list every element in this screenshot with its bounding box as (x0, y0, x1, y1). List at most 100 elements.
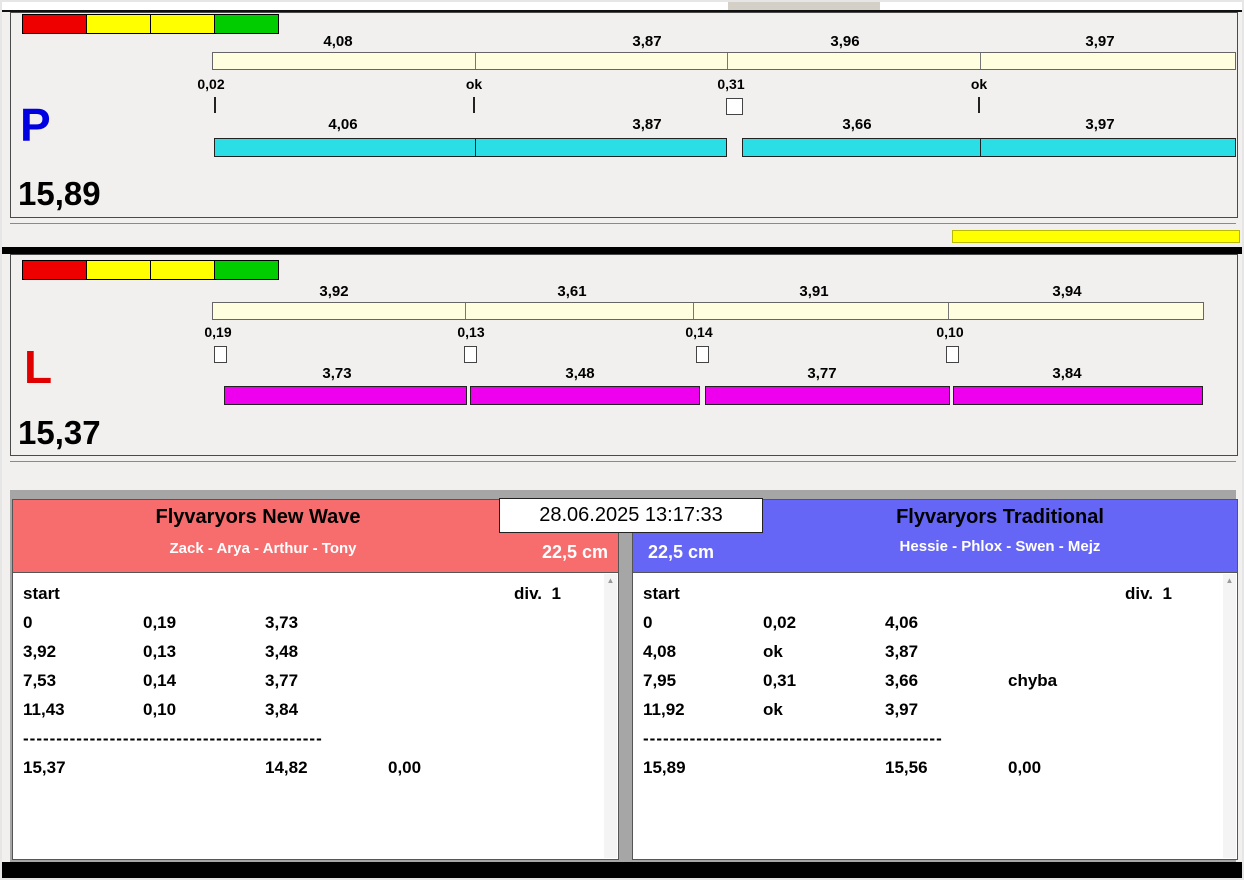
log-row: 0 0,02 4,06 (643, 608, 1219, 637)
lane-l-ref-value: 3,91 (799, 283, 829, 300)
team-members: Zack - Arya - Arthur - Tony (169, 540, 357, 557)
team-name: Flyvaryors Traditional (896, 506, 1104, 528)
total-time: 15,37 (23, 758, 66, 777)
lane-p-status-legend (22, 14, 279, 34)
team-name: Flyvaryors New Wave (155, 506, 361, 528)
app-window: 4,08 3,87 3,96 3,97 0,02 ok 0,31 ok 4,06… (0, 0, 1244, 880)
diff-value: 0,31 (763, 671, 797, 690)
start-label: start (643, 584, 680, 603)
lane-p-run-bar (475, 138, 727, 157)
diff-value: 0,10 (143, 700, 177, 719)
log-separator: ----------------------------------------… (643, 729, 943, 748)
section-divider (2, 247, 1242, 254)
diff-value: ok (763, 642, 783, 661)
note (1008, 608, 1219, 637)
split-time: 4,08 (643, 642, 677, 661)
checkbox[interactable] (696, 346, 709, 363)
penalty-value: 0,00 (388, 758, 422, 777)
log-row: 7,53 0,14 3,77 (23, 666, 600, 695)
diff-value: 0,02 (763, 613, 797, 632)
cut-value: 3,84 (265, 700, 299, 719)
lane-p-run-bar (980, 138, 1236, 157)
start-label: start (23, 584, 60, 603)
diff-value: 0,14 (143, 671, 177, 690)
log-row: 11,43 0,10 3,84 (23, 695, 600, 724)
log-row: 4,08 ok 3,87 (643, 637, 1219, 666)
top-cropped-bar (2, 2, 1242, 12)
legend-yellow-swatch (87, 261, 151, 279)
cut-value: 3,87 (885, 642, 919, 661)
cut-value: 3,97 (885, 700, 919, 719)
total-time: 15,89 (643, 758, 686, 777)
lane-p-diff-label: 0,02 (197, 76, 225, 92)
lane-l-diff-label: 0,19 (204, 324, 232, 340)
lane-l-run-bar (470, 386, 700, 405)
lane-p-reference-bar (212, 52, 1236, 70)
note (388, 666, 600, 695)
checkbox[interactable] (464, 346, 477, 363)
lane-l-diff-label: 0,10 (936, 324, 964, 340)
divider-line (10, 461, 1236, 462)
cut-value: 4,06 (885, 613, 919, 632)
bar-divider (465, 303, 466, 319)
diff-value: 0,13 (143, 642, 177, 661)
legend-yellow-swatch (151, 15, 215, 33)
log-row: 11,92 ok 3,97 (643, 695, 1219, 724)
bar-divider (475, 53, 476, 69)
split-time: 7,53 (23, 671, 57, 690)
sum-value: 15,56 (885, 758, 928, 777)
lane-l-diff-label: 0,13 (457, 324, 485, 340)
lane-l-run-bar (953, 386, 1203, 405)
log-row: 7,95 0,31 3,66 chyba (643, 666, 1219, 695)
lane-p-ref-value: 3,87 (632, 33, 662, 50)
note (388, 608, 600, 637)
segment-tick (214, 97, 216, 113)
bar-divider (693, 303, 694, 319)
penalty-value: 0,00 (1008, 758, 1042, 777)
legend-green-swatch (215, 15, 278, 33)
split-time: 11,43 (23, 700, 65, 719)
lane-p-run-value: 3,87 (632, 116, 662, 133)
scroll-up-icon[interactable]: ▲ (604, 576, 617, 585)
lane-p-ref-value: 3,97 (1085, 33, 1115, 50)
lane-l-run-value: 3,73 (322, 365, 352, 382)
lane-p-letter: P (20, 99, 51, 151)
cut-value: 3,66 (885, 671, 919, 690)
split-time: 7,95 (643, 671, 677, 690)
log-size-label: 22,5 cm (648, 542, 715, 562)
checkbox[interactable] (726, 98, 743, 115)
lane-p-run-value: 3,66 (842, 116, 872, 133)
log-row: 3,92 0,13 3,48 (23, 637, 600, 666)
sum-value: 14,82 (265, 758, 308, 777)
lane-p-panel (10, 12, 1238, 218)
lane-l-ref-value: 3,61 (557, 283, 587, 300)
lane-l-status-legend (22, 260, 279, 280)
team-members: Hessie - Phlox - Swen - Mejz (899, 538, 1101, 555)
lane-l-total-time: 15,37 (18, 414, 101, 451)
lane-p-diff-label: ok (970, 76, 988, 92)
note (388, 695, 600, 724)
checkbox[interactable] (214, 346, 227, 363)
top-cropped-element (728, 2, 880, 10)
note (388, 637, 600, 666)
cut-value: 3,77 (265, 671, 299, 690)
scrollbar[interactable]: ▲ (604, 574, 617, 858)
log-size-label: 22,5 cm (541, 542, 608, 562)
scrollbar[interactable]: ▲ (1223, 574, 1236, 858)
legend-red-swatch (23, 261, 87, 279)
note (1008, 637, 1219, 666)
lane-p-run-bar (742, 138, 981, 157)
datetime-text: 28.06.2025 13:17:33 (539, 504, 723, 526)
lane-p-total-time: 15,89 (18, 175, 101, 212)
lane-l-reference-bar (212, 302, 1204, 320)
lane-l-run-value: 3,77 (807, 365, 837, 382)
division-label: div. 1 (514, 584, 561, 603)
scroll-up-icon[interactable]: ▲ (1223, 576, 1236, 585)
team-panel-right: Flyvaryors Traditional Hessie - Phlox - … (632, 499, 1238, 860)
checkbox[interactable] (946, 346, 959, 363)
lane-l-run-value: 3,48 (565, 365, 595, 382)
log-separator: ----------------------------------------… (23, 729, 323, 748)
segment-tick (978, 97, 980, 113)
legend-yellow-swatch (151, 261, 215, 279)
error-note: chyba (1008, 671, 1058, 690)
